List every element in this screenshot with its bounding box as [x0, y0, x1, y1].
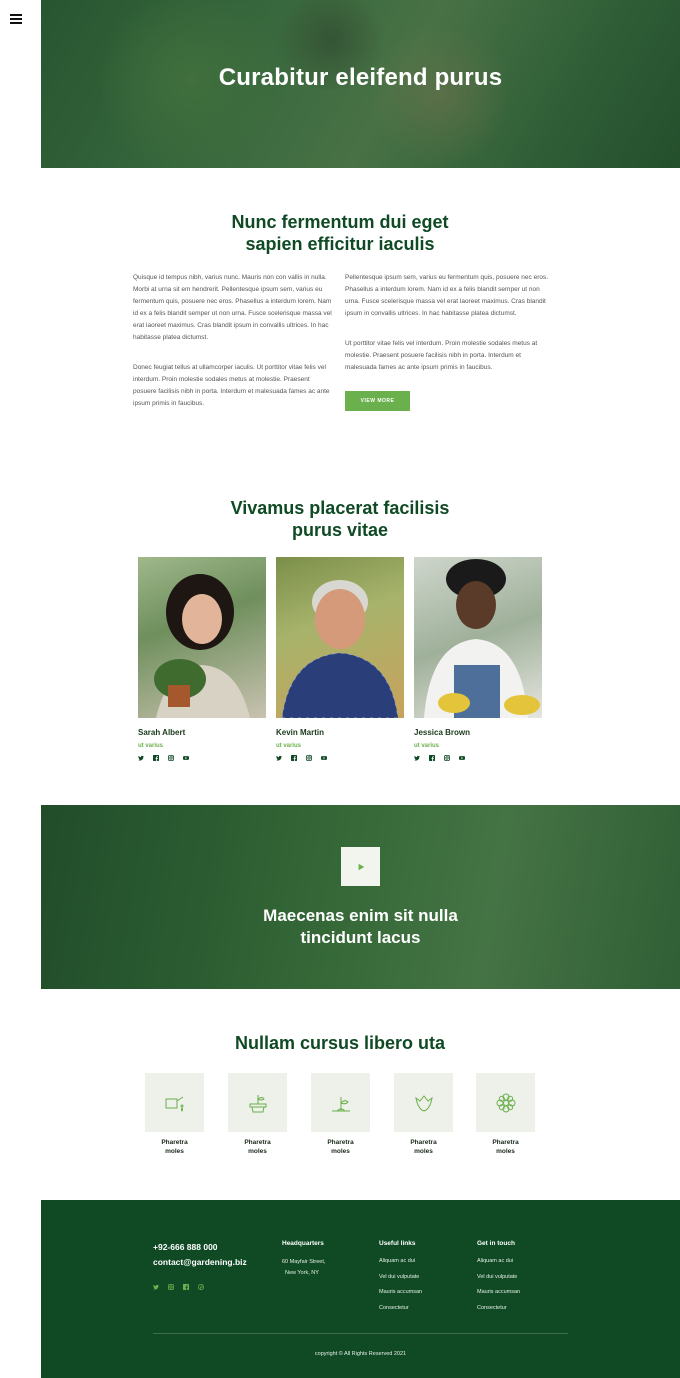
footer-link[interactable]: Aliquam ac dui: [477, 1257, 520, 1265]
hero-title: Curabitur eleifend purus: [218, 64, 503, 91]
member-photo: [138, 557, 266, 718]
team-card: Jessica Brown ut varius: [414, 557, 542, 761]
footer-get-in-touch: Get in touch Aliquam ac dui Vel dui vulp…: [477, 1240, 520, 1319]
services-title: Nullam cursus libero uta: [234, 1033, 446, 1053]
about-paragraph: Pellentesque ipsum sem, varius eu fermen…: [345, 274, 549, 317]
play-icon: [358, 863, 364, 870]
member-role: ut varius: [276, 743, 302, 749]
footer-link[interactable]: Aliquam ac dui: [379, 1257, 422, 1265]
facebook-icon[interactable]: [291, 755, 297, 761]
person-portrait: [154, 574, 250, 718]
service-tile[interactable]: [228, 1073, 287, 1132]
member-name: Jessica Brown: [414, 728, 471, 737]
instagram-icon[interactable]: [306, 755, 312, 761]
service-item[interactable]: Pharetra moles: [145, 1073, 204, 1156]
footer-heading: Get in touch: [477, 1240, 515, 1247]
instagram-icon[interactable]: [168, 755, 174, 761]
facebook-icon[interactable]: [429, 755, 435, 761]
footer-useful-links: Useful links Aliquam ac dui Vel dui vulp…: [379, 1240, 422, 1319]
footer-email[interactable]: contact@gardening.biz: [153, 1257, 247, 1267]
footer-link[interactable]: Vel dui vulputate: [477, 1273, 520, 1281]
footer-phone[interactable]: +92-666 888 000: [153, 1242, 218, 1252]
member-role: ut varius: [138, 743, 164, 749]
about-column-left: Quisque id tempus nibh, varius nunc. Mau…: [133, 272, 333, 428]
footer-link[interactable]: Consectetur: [477, 1304, 520, 1312]
pinterest-icon[interactable]: [198, 1284, 204, 1290]
team-card: Sarah Albert ut varius: [138, 557, 266, 761]
about-column-right: Pellentesque ipsum sem, varius eu fermen…: [345, 272, 550, 392]
about-paragraph: Quisque id tempus nibh, varius nunc. Mau…: [133, 274, 332, 341]
footer: +92-666 888 000 contact@gardening.biz He…: [41, 1200, 680, 1378]
footer-link[interactable]: Mauris accumsan: [477, 1288, 520, 1296]
watering-can-icon: [165, 1096, 183, 1112]
footer-heading: Useful links: [379, 1240, 416, 1247]
twitter-icon[interactable]: [276, 755, 282, 761]
about-paragraph: Donec feugiat tellus at ullamcorper iacu…: [133, 364, 330, 407]
video-title: Maecenas enim sit nulla tincidunt lacus: [263, 906, 458, 947]
facebook-icon[interactable]: [183, 1284, 189, 1290]
team-card: Kevin Martin ut varius: [276, 557, 404, 761]
youtube-icon[interactable]: [183, 755, 189, 761]
potted-plant-icon: [249, 1094, 266, 1112]
twitter-icon[interactable]: [138, 755, 144, 761]
about-paragraph: Ut porttitor vitae felis vel interdum. P…: [345, 340, 538, 371]
play-button[interactable]: [341, 847, 380, 886]
twitter-icon[interactable]: [414, 755, 420, 761]
member-photo: [276, 557, 404, 718]
service-item[interactable]: Pharetra moles: [394, 1073, 453, 1156]
service-tile[interactable]: [394, 1073, 453, 1132]
youtube-icon[interactable]: [321, 755, 327, 761]
service-item[interactable]: Pharetra moles: [311, 1073, 370, 1156]
flower-icon: [496, 1093, 515, 1112]
sprout-icon: [331, 1096, 350, 1111]
member-role: ut varius: [414, 743, 440, 749]
member-name: Sarah Albert: [138, 728, 186, 737]
video-banner: Maecenas enim sit nulla tincidunt lacus: [41, 805, 680, 989]
person-portrait: [281, 580, 399, 718]
team-title: Vivamus placerat facilisis purus vitae: [230, 498, 450, 540]
member-name: Kevin Martin: [276, 728, 325, 737]
footer-link[interactable]: Consectetur: [379, 1304, 422, 1312]
footer-social: [153, 1284, 204, 1290]
service-tile[interactable]: [311, 1073, 370, 1132]
footer-divider: [153, 1333, 568, 1334]
tulip-icon: [414, 1094, 433, 1112]
footer-link[interactable]: Vel dui vulputate: [379, 1273, 422, 1281]
service-item[interactable]: Pharetra moles: [228, 1073, 287, 1156]
address-line: 60 Mayfair Street,: [282, 1259, 326, 1265]
view-more-button[interactable]: VIEW MORE: [345, 391, 410, 411]
copyright: copyright © All Rights Reserved 2021: [314, 1351, 407, 1357]
about-title: Nunc fermentum dui eget sapien efficitur…: [231, 212, 449, 254]
facebook-icon[interactable]: [153, 755, 159, 761]
person-portrait: [424, 559, 540, 718]
hero-banner: Curabitur eleifend purus: [41, 0, 680, 168]
menu-icon[interactable]: [10, 14, 22, 24]
address-line: New York, NY: [285, 1270, 319, 1276]
footer-heading: Headquarters: [282, 1240, 324, 1247]
service-tile[interactable]: [476, 1073, 535, 1132]
twitter-icon[interactable]: [153, 1284, 159, 1290]
youtube-icon[interactable]: [459, 755, 465, 761]
member-photo: [414, 557, 542, 718]
service-tile[interactable]: [145, 1073, 204, 1132]
footer-headquarters: Headquarters 60 Mayfair Street, New York…: [282, 1240, 325, 1279]
service-item[interactable]: Pharetra moles: [476, 1073, 535, 1156]
instagram-icon[interactable]: [444, 755, 450, 761]
footer-link[interactable]: Mauris accumsan: [379, 1288, 422, 1296]
instagram-icon[interactable]: [168, 1284, 174, 1290]
